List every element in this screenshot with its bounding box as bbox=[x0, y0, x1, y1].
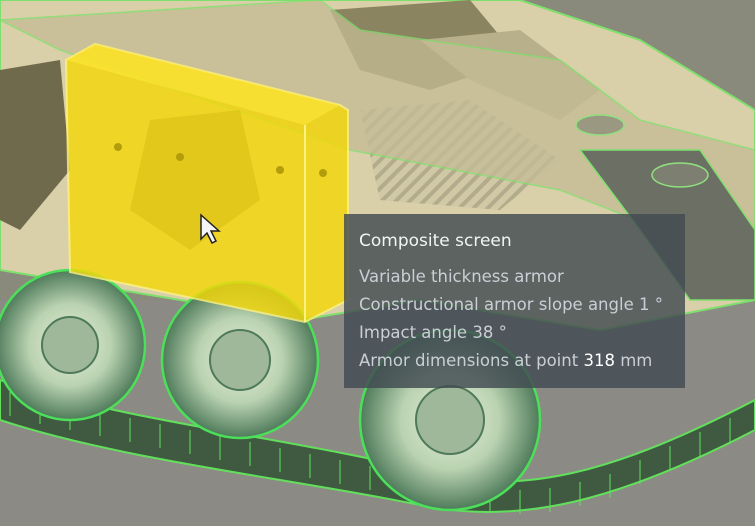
armor-dimensions-label: Armor dimensions at point bbox=[359, 351, 584, 370]
tooltip-line-impact-angle: Impact angle 38 ° bbox=[359, 323, 507, 342]
hatch-fitting bbox=[575, 114, 625, 136]
tooltip-line-armor-type: Variable thickness armor bbox=[359, 267, 564, 286]
hatch-fitting bbox=[651, 162, 709, 188]
armor-dimensions-value: 318 bbox=[583, 351, 615, 370]
mouse-pointer-icon bbox=[200, 213, 221, 245]
road-wheel bbox=[0, 268, 147, 422]
tooltip-line-armor-dimensions: Armor dimensions at point 318 mm bbox=[359, 347, 670, 375]
tooltip-title: Composite screen bbox=[359, 231, 512, 251]
armor-info-tooltip: Composite screen Variable thickness armo… bbox=[344, 214, 685, 388]
armor-dimensions-unit: mm bbox=[614, 351, 653, 370]
tooltip-line-slope-angle: Constructional armor slope angle 1 ° bbox=[359, 295, 663, 314]
